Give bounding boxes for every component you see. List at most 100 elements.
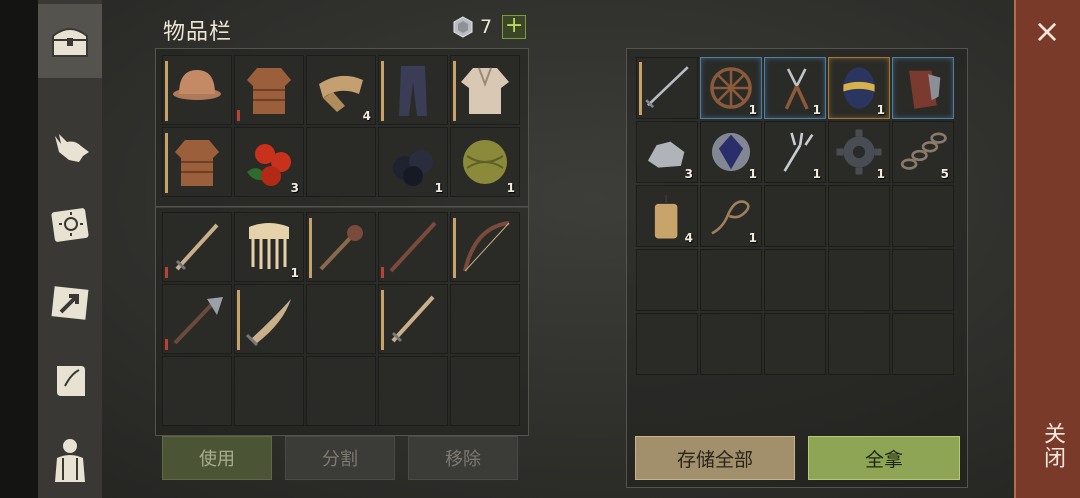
item-slot[interactable] [306, 212, 376, 282]
durability-bar [453, 61, 456, 121]
item-quantity: 3 [684, 167, 693, 181]
item-slot[interactable]: 1 [450, 127, 520, 197]
sidebar [38, 0, 102, 498]
item-slot[interactable] [162, 356, 232, 426]
item-slot[interactable] [764, 313, 826, 375]
currency: 7 + [452, 15, 527, 39]
durability-bar [381, 61, 384, 121]
item-slot[interactable] [828, 185, 890, 247]
durability-bar [639, 62, 642, 115]
wolf-icon [55, 134, 89, 162]
item-slot[interactable] [378, 212, 448, 282]
close-panel[interactable]: × 关闭 [1014, 0, 1080, 498]
item-slot[interactable]: 1 [234, 212, 304, 282]
item-slot[interactable] [450, 55, 520, 125]
store-all-button[interactable]: 存储全部 [635, 436, 795, 480]
item-slot[interactable] [306, 127, 376, 197]
item-quantity: 4 [362, 109, 371, 123]
item-slot[interactable] [378, 55, 448, 125]
item-quantity: 5 [940, 167, 949, 181]
item-slot[interactable] [828, 249, 890, 311]
item-slot[interactable] [764, 249, 826, 311]
item-slot[interactable] [636, 249, 698, 311]
item-slot[interactable] [306, 284, 376, 354]
halberd-icon [173, 297, 223, 345]
item-slot[interactable] [892, 249, 954, 311]
left-edge [0, 0, 38, 498]
item-slot[interactable]: 1 [828, 121, 890, 183]
item-slot[interactable] [234, 284, 304, 354]
item-slot[interactable] [892, 313, 954, 375]
pants-icon [399, 66, 427, 116]
use-button[interactable]: 使用 [162, 436, 272, 480]
sun-book-icon [51, 208, 89, 242]
item-slot[interactable]: 4 [636, 185, 698, 247]
item-slot[interactable] [450, 212, 520, 282]
apparel-grid: 4 3 1 1 [162, 55, 520, 197]
durability-bar [381, 290, 384, 350]
helmet-icon [173, 70, 221, 100]
currency-count: 7 [480, 16, 493, 38]
item-slot[interactable] [700, 313, 762, 375]
item-slot[interactable] [378, 356, 448, 426]
durability-bar [165, 339, 168, 350]
item-slot[interactable]: 1 [764, 57, 826, 119]
spear-icon [389, 221, 437, 273]
item-slot[interactable]: 1 [378, 127, 448, 197]
item-slot[interactable] [892, 57, 954, 119]
item-slot[interactable]: 1 [764, 121, 826, 183]
mace-icon [319, 225, 363, 271]
add-currency-button[interactable]: + [502, 15, 527, 39]
item-slot[interactable] [450, 356, 520, 426]
shirt-icon [461, 67, 509, 114]
item-slot[interactable] [162, 212, 232, 282]
item-slot[interactable] [450, 284, 520, 354]
item-slot[interactable]: 5 [892, 121, 954, 183]
item-slot[interactable]: 1 [700, 121, 762, 183]
item-slot[interactable] [892, 185, 954, 247]
durability-bar [453, 218, 456, 278]
tab-character[interactable] [38, 422, 102, 496]
durability-bar [165, 61, 168, 121]
item-slot[interactable]: 1 [828, 57, 890, 119]
remove-button[interactable]: 移除 [408, 436, 518, 480]
item-slot[interactable] [162, 284, 232, 354]
gauntlet-icon [909, 70, 941, 109]
item-slot[interactable]: 1 [700, 57, 762, 119]
item-slot[interactable] [162, 127, 232, 197]
take-all-button[interactable]: 全拿 [808, 436, 960, 480]
item-slot[interactable] [636, 57, 698, 119]
tab-quests[interactable] [38, 344, 102, 418]
durability-bar [165, 267, 168, 278]
item-quantity: 1 [506, 181, 515, 195]
tab-companion[interactable] [38, 110, 102, 184]
sword-icon [391, 295, 435, 343]
durability-bar [309, 218, 312, 278]
chest-icon [52, 28, 88, 57]
item-slot[interactable] [636, 313, 698, 375]
character-icon [55, 439, 85, 482]
tab-map[interactable] [38, 266, 102, 340]
split-button[interactable]: 分割 [285, 436, 395, 480]
item-slot[interactable] [306, 356, 376, 426]
item-slot[interactable] [234, 356, 304, 426]
item-slot[interactable] [700, 249, 762, 311]
item-quantity: 1 [434, 181, 443, 195]
item-slot[interactable]: 1 [700, 185, 762, 247]
item-slot[interactable]: 4 [306, 55, 376, 125]
map-arrow-icon [51, 286, 89, 320]
item-slot[interactable] [162, 55, 232, 125]
tab-inventory[interactable] [38, 4, 102, 78]
item-slot[interactable] [764, 185, 826, 247]
inventory-title: 物品栏 [163, 20, 233, 45]
bow-icon [463, 221, 510, 272]
item-quantity: 1 [748, 231, 757, 245]
tab-skills[interactable] [38, 188, 102, 262]
close-label: 关闭 [1040, 422, 1065, 470]
item-slot[interactable] [828, 313, 890, 375]
item-slot[interactable]: 3 [234, 127, 304, 197]
item-slot[interactable] [378, 284, 448, 354]
item-slot[interactable]: 3 [636, 121, 698, 183]
close-icon[interactable]: × [1032, 15, 1062, 47]
item-slot[interactable] [234, 55, 304, 125]
